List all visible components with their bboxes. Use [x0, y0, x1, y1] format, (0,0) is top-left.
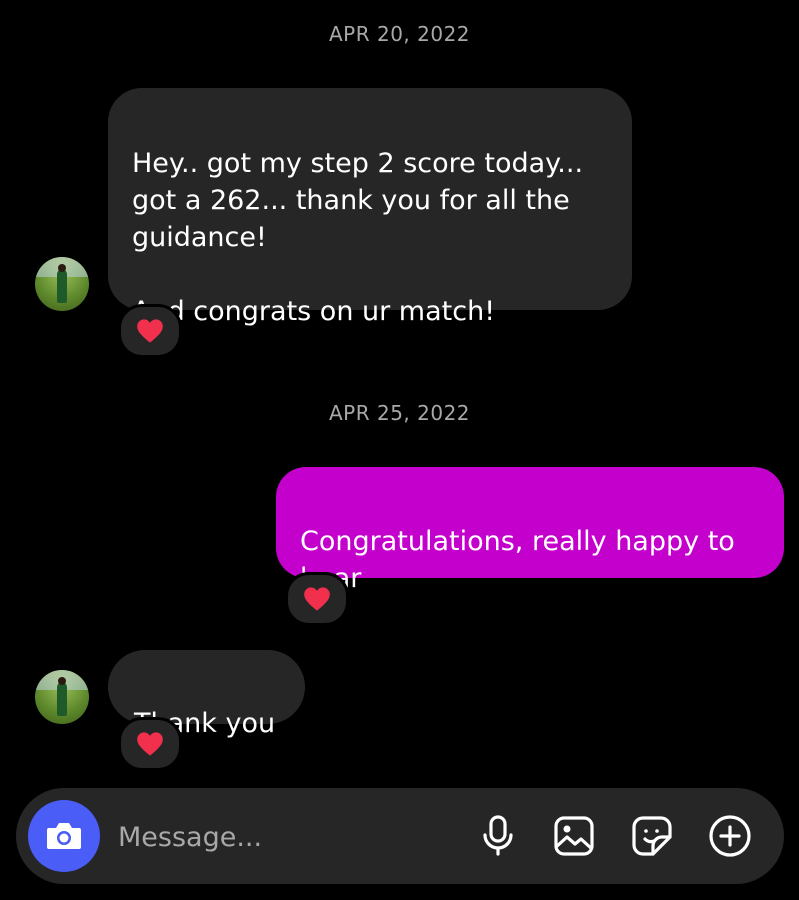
message-composer — [16, 788, 784, 884]
sticker-icon — [632, 816, 672, 856]
incoming-message-bubble[interactable]: Hey.. got my step 2 score today... got a… — [108, 88, 632, 327]
message-reaction[interactable] — [118, 717, 182, 771]
gallery-button[interactable] — [552, 814, 596, 858]
message-reaction[interactable] — [118, 304, 182, 358]
camera-button[interactable] — [28, 800, 100, 872]
avatar[interactable] — [35, 257, 89, 311]
message-text: Congratulations, really happy to hear — [300, 526, 735, 594]
camera-icon — [47, 823, 81, 849]
incoming-message-bubble[interactable]: Thank you — [108, 650, 305, 739]
image-icon — [554, 816, 594, 856]
message-text: Hey.. got my step 2 score today... got a… — [132, 148, 584, 327]
add-icon — [709, 815, 751, 857]
microphone-icon — [483, 815, 513, 856]
date-separator: APR 20, 2022 — [328, 22, 471, 46]
message-reaction[interactable] — [285, 572, 349, 626]
avatar[interactable] — [35, 670, 89, 724]
heart-icon — [304, 587, 330, 611]
outgoing-message-bubble[interactable]: Congratulations, really happy to hear — [276, 467, 784, 594]
heart-icon — [137, 319, 163, 343]
message-input[interactable] — [116, 816, 440, 858]
more-options-button[interactable] — [708, 814, 752, 858]
sticker-button[interactable] — [630, 814, 674, 858]
heart-icon — [137, 732, 163, 756]
voice-message-button[interactable] — [476, 814, 520, 858]
date-separator: APR 25, 2022 — [328, 401, 471, 425]
